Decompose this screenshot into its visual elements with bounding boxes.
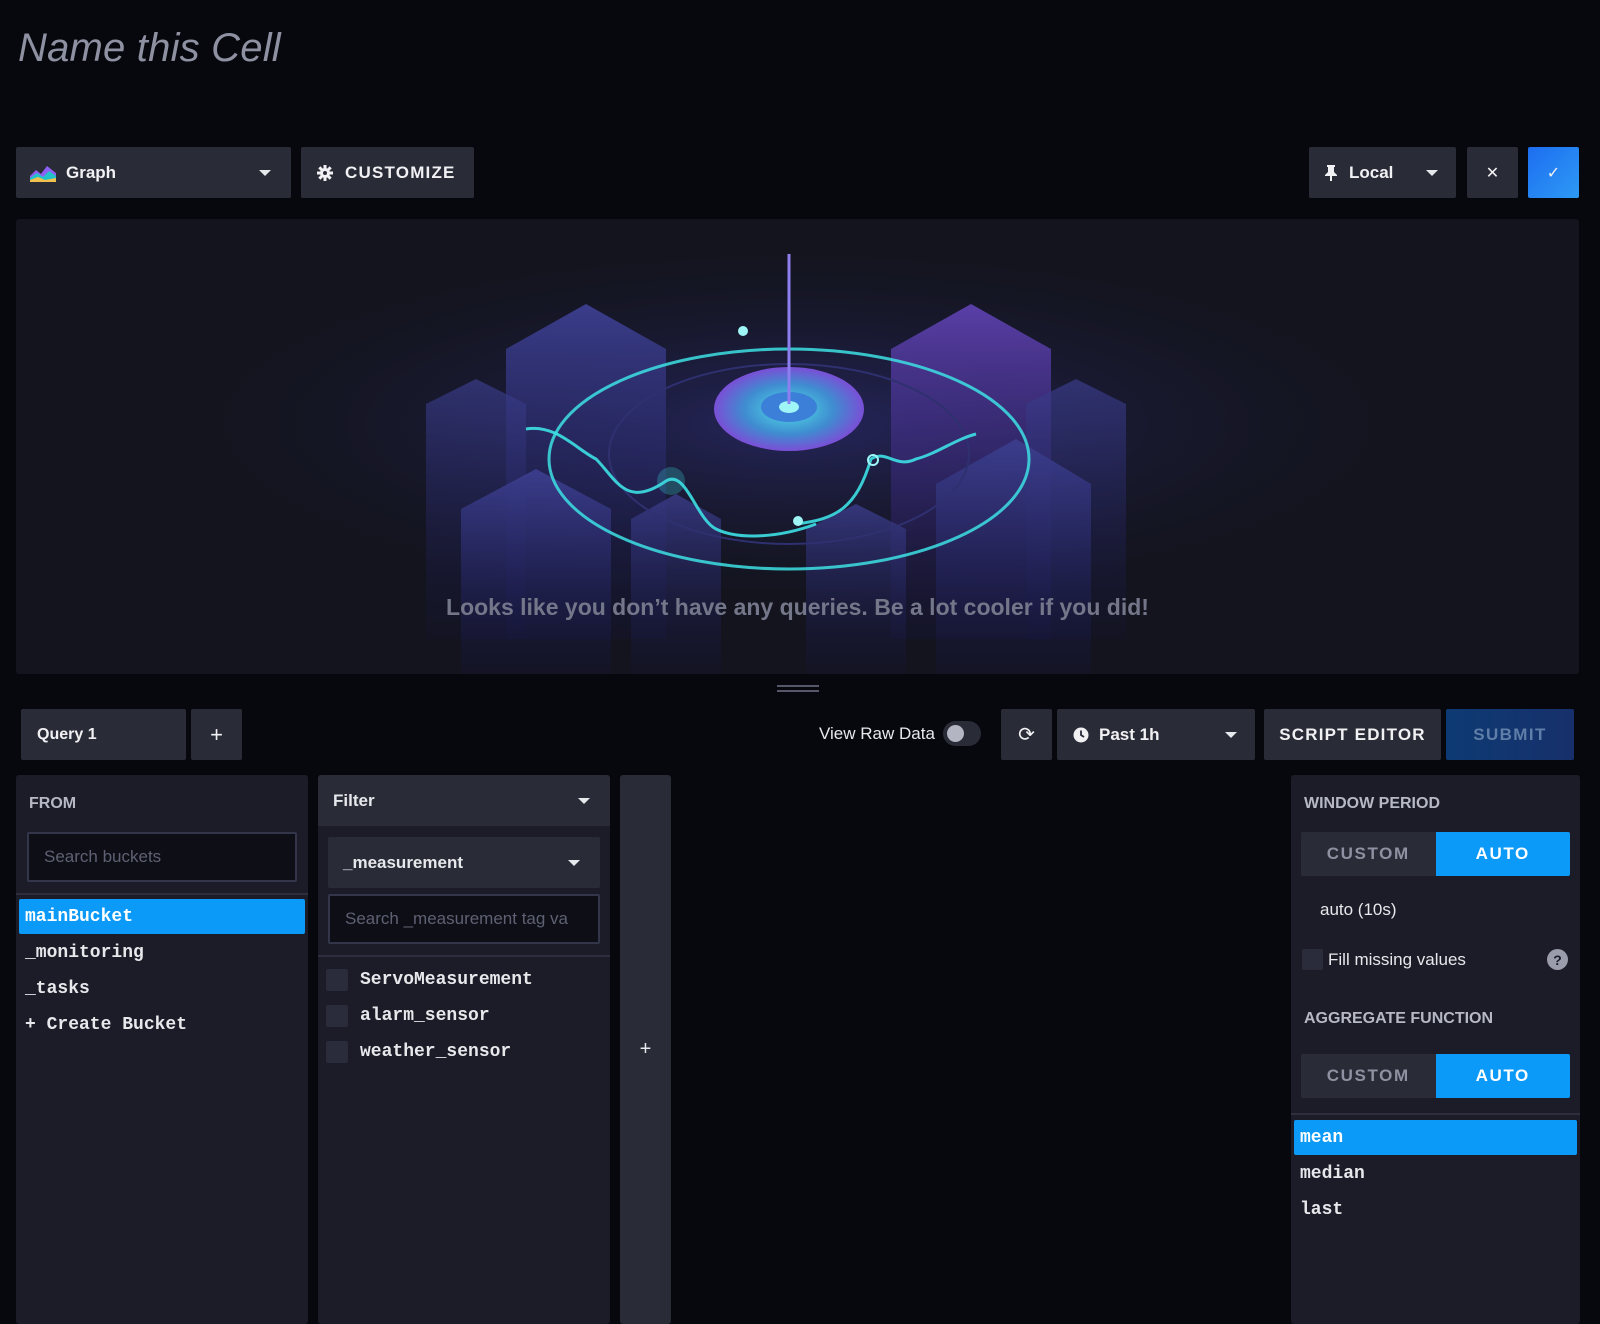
empty-state-message: Looks like you don’t have any queries. B…: [446, 594, 1149, 620]
customize-button[interactable]: CUSTOMIZE: [301, 147, 474, 198]
timezone-label: Local: [1349, 162, 1394, 182]
graph-icon: [30, 165, 56, 182]
checkbox[interactable]: [326, 1041, 348, 1063]
toggle-knob: [947, 725, 964, 742]
cancel-button[interactable]: ✕: [1467, 147, 1518, 198]
window-period-toggle: CUSTOM AUTO: [1301, 832, 1570, 876]
plus-icon: +: [639, 1038, 652, 1060]
aggregate-panel: WINDOW PERIOD CUSTOM AUTO auto (10s) Fil…: [1291, 775, 1580, 1324]
clock-icon: [1073, 727, 1089, 742]
chevron-down-icon: [568, 859, 580, 866]
time-range-label: Past 1h: [1099, 724, 1160, 744]
cell-title-input[interactable]: Name this Cell: [18, 26, 281, 71]
checkbox[interactable]: [326, 1005, 348, 1027]
pin-icon: [1325, 164, 1337, 181]
visualization-type-dropdown[interactable]: Graph: [16, 147, 291, 198]
filter-panel: Filter _measurement Search _measurement …: [318, 775, 610, 1324]
query-tab-label: Query 1: [37, 725, 97, 743]
function-item-last[interactable]: last: [1294, 1192, 1577, 1227]
window-period-heading: WINDOW PERIOD: [1304, 795, 1440, 812]
checkbox[interactable]: [326, 969, 348, 991]
script-editor-button[interactable]: SCRIPT EDITOR: [1264, 709, 1441, 760]
chevron-down-icon: [578, 797, 590, 804]
tag-item-weather-sensor[interactable]: weather_sensor: [326, 1037, 511, 1067]
from-heading: FROM: [29, 795, 77, 812]
help-icon[interactable]: ?: [1547, 949, 1568, 970]
tag-item-label: weather_sensor: [360, 1042, 512, 1062]
add-query-button[interactable]: +: [191, 709, 242, 760]
chevron-down-icon: [259, 169, 271, 176]
add-filter-button[interactable]: +: [620, 775, 671, 1324]
tag-item-label: alarm_sensor: [360, 1006, 490, 1026]
tag-item-servomeasurement[interactable]: ServoMeasurement: [326, 965, 533, 995]
auto-period-value: auto (10s): [1320, 900, 1397, 919]
refresh-button[interactable]: ⟳: [1001, 709, 1052, 760]
tag-key-dropdown[interactable]: _measurement: [328, 837, 600, 888]
timezone-dropdown[interactable]: Local: [1309, 147, 1456, 198]
script-editor-label: SCRIPT EDITOR: [1279, 724, 1426, 744]
from-panel: FROM Search buckets mainBucket _monitori…: [16, 775, 308, 1324]
aggregate-function-heading: AGGREGATE FUNCTION: [1304, 1010, 1494, 1027]
time-range-dropdown[interactable]: Past 1h: [1057, 709, 1255, 760]
function-item-mean[interactable]: mean: [1294, 1120, 1577, 1155]
function-item-median[interactable]: median: [1294, 1156, 1577, 1191]
divider: [16, 893, 308, 895]
refresh-icon: ⟳: [1018, 724, 1035, 746]
window-custom-button[interactable]: CUSTOM: [1301, 832, 1436, 876]
bucket-item-tasks[interactable]: _tasks: [19, 971, 305, 1006]
visualization-type-label: Graph: [66, 162, 117, 182]
customize-label: CUSTOMIZE: [345, 162, 456, 182]
tag-value-search-input[interactable]: Search _measurement tag va: [328, 894, 600, 944]
tab-query-1[interactable]: Query 1: [21, 709, 186, 760]
divider: [318, 955, 610, 957]
window-auto-button[interactable]: AUTO: [1435, 832, 1570, 876]
tag-item-label: ServoMeasurement: [360, 970, 533, 990]
tag-item-alarm-sensor[interactable]: alarm_sensor: [326, 1001, 490, 1031]
tag-key-label: _measurement: [343, 852, 464, 872]
fill-missing-checkbox[interactable]: [1302, 949, 1323, 970]
plus-icon: +: [210, 721, 223, 747]
submit-button[interactable]: SUBMIT: [1446, 709, 1574, 760]
aggregate-function-toggle: CUSTOM AUTO: [1301, 1054, 1570, 1098]
filter-mode-dropdown[interactable]: Filter: [318, 775, 610, 826]
resize-handle[interactable]: [777, 685, 819, 693]
check-icon: ✓: [1546, 164, 1561, 182]
visualization-area: Looks like you don’t have any queries. B…: [16, 219, 1579, 674]
fill-missing-label: Fill missing values: [1328, 950, 1466, 969]
bucket-item-mainbucket[interactable]: mainBucket: [19, 899, 305, 934]
create-bucket-button[interactable]: + Create Bucket: [19, 1007, 305, 1042]
chevron-down-icon: [1225, 731, 1237, 738]
filter-mode-label: Filter: [333, 790, 375, 810]
submit-label: SUBMIT: [1473, 724, 1547, 744]
chevron-down-icon: [1426, 169, 1438, 176]
confirm-button[interactable]: ✓: [1528, 147, 1579, 198]
bucket-search-input[interactable]: Search buckets: [27, 832, 297, 882]
gear-icon: [317, 164, 333, 181]
view-raw-data-toggle[interactable]: [943, 721, 981, 746]
aggregate-auto-button[interactable]: AUTO: [1435, 1054, 1570, 1098]
divider: [1291, 1113, 1580, 1115]
view-raw-data-label: View Raw Data: [819, 724, 935, 743]
close-icon: ✕: [1485, 164, 1500, 182]
aggregate-custom-button[interactable]: CUSTOM: [1301, 1054, 1436, 1098]
bucket-item-monitoring[interactable]: _monitoring: [19, 935, 305, 970]
